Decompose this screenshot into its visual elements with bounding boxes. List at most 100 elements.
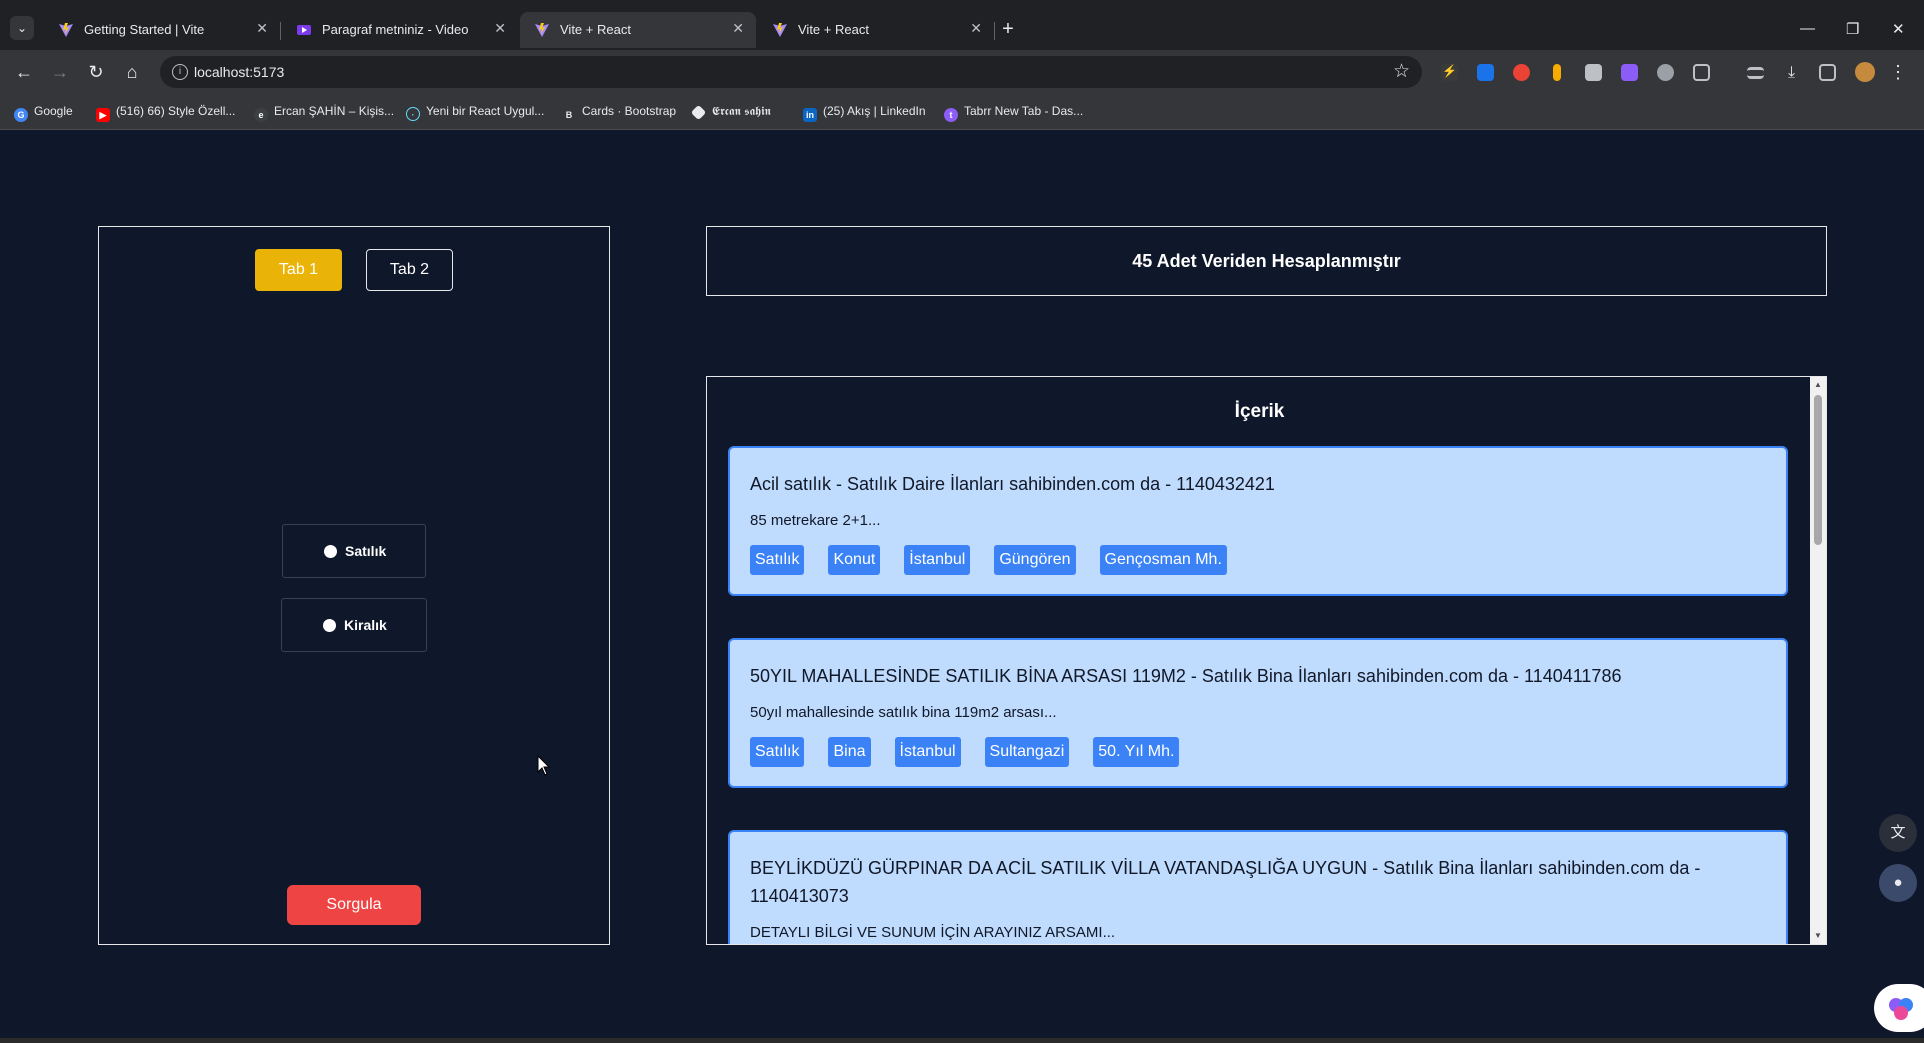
bookmark-google[interactable]: G Google: [14, 104, 73, 122]
browser-chrome: ⌄ Getting Started | Vite ✕ Paragraf metn…: [0, 0, 1924, 130]
bookmark-bootstrap[interactable]: B Cards · Bootstrap: [562, 104, 676, 122]
bookmark-ercan-sahin[interactable]: e Ercan ŞAHİN – Kişis...: [254, 104, 394, 122]
bookmark-label: (25) Akış | LinkedIn: [823, 104, 926, 118]
video-icon: [297, 25, 311, 35]
close-icon[interactable]: ✕: [256, 20, 268, 37]
listing-card[interactable]: BEYLİKDÜZÜ GÜRPINAR DA ACİL SATILIK VİLL…: [728, 830, 1788, 944]
tag-badge[interactable]: Konut: [828, 545, 881, 575]
side-panel-icon[interactable]: [1819, 64, 1836, 81]
bookmark-label: Tabrr New Tab - Das...: [964, 104, 1084, 118]
tag-badge[interactable]: Satılık: [750, 545, 805, 575]
reload-icon[interactable]: ↻: [84, 60, 108, 84]
color-extension-icon[interactable]: [1513, 64, 1530, 81]
tag-badge[interactable]: Sultangazi: [984, 737, 1070, 767]
brain-icon: [1889, 998, 1913, 1020]
youtube-icon: ▶: [96, 108, 110, 122]
browser-tab-video[interactable]: Paragraf metniniz - Video ✕: [282, 12, 518, 48]
listing-title: BEYLİKDÜZÜ GÜRPINAR DA ACİL SATILIK VİLL…: [750, 858, 1701, 906]
tag-badge[interactable]: Güngören: [994, 545, 1076, 575]
download-icon[interactable]: ⤓: [1783, 64, 1800, 81]
restore-icon[interactable]: ❐: [1846, 20, 1859, 38]
tag-badge[interactable]: İstanbul: [904, 545, 971, 575]
browser-tab-vite-react[interactable]: Vite + React ✕: [758, 12, 995, 48]
browser-tab-getting-started[interactable]: Getting Started | Vite ✕: [44, 12, 281, 48]
browser-tab-title: Vite + React: [798, 22, 869, 37]
listing-tags: Satılık Bina İstanbul Sultangazi 50. Yıl…: [750, 737, 1180, 767]
tag-badge[interactable]: 50. Yıl Mh.: [1093, 737, 1180, 767]
address-bar[interactable]: i localhost:5173 ☆: [160, 56, 1422, 88]
media-control-icon[interactable]: [1747, 67, 1764, 79]
radio-satilik[interactable]: Satılık: [282, 524, 426, 578]
query-button[interactable]: Sorgula: [287, 885, 421, 925]
listing-tags: Satılık Konut İstanbul Güngören Gençosma…: [750, 545, 1227, 575]
close-icon[interactable]: ✕: [494, 20, 506, 37]
listing-description: 85 metrekare 2+1...: [750, 512, 881, 529]
extensions-puzzle-icon[interactable]: [1693, 64, 1710, 81]
radio-circle-icon[interactable]: [323, 619, 336, 632]
tag-badge[interactable]: Gençosman Mh.: [1099, 545, 1227, 575]
menu-kebab-icon[interactable]: ⋮: [1886, 60, 1910, 84]
bottom-border: [0, 1038, 1924, 1043]
bookmark-star-icon[interactable]: ☆: [1393, 60, 1410, 83]
pin-extension-icon[interactable]: [1553, 64, 1561, 81]
tabrr-extension-icon[interactable]: [1621, 64, 1638, 81]
diamond-icon: [690, 104, 707, 121]
tab-separator: [994, 22, 995, 40]
minimize-icon[interactable]: —: [1800, 20, 1815, 37]
browser-tab-title: Paragraf metniniz - Video: [322, 22, 469, 37]
bookmark-label: 𝕰𝖗𝖈𝖆𝖓 𝖘𝖆𝖍𝖎𝖓: [712, 104, 771, 118]
bookmark-label: Yeni bir React Uygul...: [426, 104, 545, 118]
content-scrollbar[interactable]: ▲ ▼: [1810, 377, 1826, 944]
radio-circle-icon[interactable]: [324, 545, 337, 558]
listing-description: DETAYLI BİLGİ VE SUNUM İÇİN ARAYINIZ ARS…: [750, 924, 1116, 941]
close-icon[interactable]: ✕: [732, 20, 744, 37]
listing-description: 50yıl mahallesinde satılık bina 119m2 ar…: [750, 704, 1057, 721]
mouse-cursor-icon: [537, 755, 551, 776]
tab-2-button[interactable]: Tab 2: [366, 249, 453, 291]
scroll-up-icon[interactable]: ▲: [1814, 380, 1822, 389]
back-icon[interactable]: ←: [12, 60, 36, 84]
bookmark-label: Cards · Bootstrap: [582, 104, 677, 118]
google-icon: G: [14, 108, 28, 122]
tag-badge[interactable]: Satılık: [750, 737, 805, 767]
new-tab-button[interactable]: +: [996, 18, 1020, 42]
content-panel[interactable]: İçerik Acil satılık - Satılık Daire İlan…: [706, 376, 1827, 945]
bookmark-label: Ercan ŞAHİN – Kişis...: [274, 104, 395, 118]
bookmark-ercan-sahin-blackletter[interactable]: 𝕰𝖗𝖈𝖆𝖓 𝖘𝖆𝖍𝖎𝖓: [690, 104, 771, 121]
browser-tab-vite-react-active[interactable]: Vite + React ✕: [520, 12, 756, 48]
bookmark-youtube[interactable]: ▶ (516) 66) Style Özell...: [96, 104, 235, 122]
react-icon: ·: [406, 107, 420, 121]
scroll-down-icon[interactable]: ▼: [1814, 931, 1822, 940]
bookmark-tabrr[interactable]: t Tabrr New Tab - Das...: [944, 104, 1083, 122]
radio-kiralik[interactable]: Kiralık: [281, 598, 427, 652]
paw-extension-icon[interactable]: [1657, 64, 1674, 81]
filter-panel: Tab 1 Tab 2 Satılık Kiralık Sorgula: [98, 226, 610, 945]
listing-card[interactable]: Acil satılık - Satılık Daire İlanları sa…: [728, 446, 1788, 596]
translate-extension-icon[interactable]: [1477, 64, 1494, 81]
site-icon: e: [254, 108, 268, 122]
tab-search-button[interactable]: ⌄: [10, 16, 34, 40]
scrollbar-thumb[interactable]: [1814, 395, 1822, 545]
site-info-icon[interactable]: i: [172, 64, 188, 80]
assistant-float-icon[interactable]: ●: [1879, 864, 1917, 902]
library-extension-icon[interactable]: [1585, 64, 1602, 81]
translate-float-icon[interactable]: 文: [1879, 814, 1917, 852]
bookmark-linkedin[interactable]: in (25) Akış | LinkedIn: [803, 104, 926, 122]
vite-icon: [773, 23, 787, 37]
lightning-extension-icon[interactable]: ⚡: [1441, 64, 1458, 81]
bookmark-label: (516) 66) Style Özell...: [116, 104, 236, 118]
tab-1-button[interactable]: Tab 1: [255, 249, 342, 291]
summary-banner: 45 Adet Veriden Hesaplanmıştır: [706, 226, 1827, 296]
tag-badge[interactable]: İstanbul: [894, 737, 961, 767]
url-text[interactable]: localhost:5173: [194, 64, 284, 80]
bookmark-react[interactable]: · Yeni bir React Uygul...: [406, 104, 544, 121]
window-close-icon[interactable]: ✕: [1892, 20, 1905, 38]
avatar[interactable]: [1855, 62, 1875, 82]
brain-float-icon[interactable]: [1874, 984, 1924, 1032]
bookmark-label: Google: [34, 104, 73, 118]
close-icon[interactable]: ✕: [970, 20, 982, 37]
home-icon[interactable]: ⌂: [120, 60, 144, 84]
tag-badge[interactable]: Bina: [828, 737, 871, 767]
listing-card[interactable]: 50YIL MAHALLESİNDE SATILIK BİNA ARSASI 1…: [728, 638, 1788, 788]
forward-icon[interactable]: →: [48, 60, 72, 84]
